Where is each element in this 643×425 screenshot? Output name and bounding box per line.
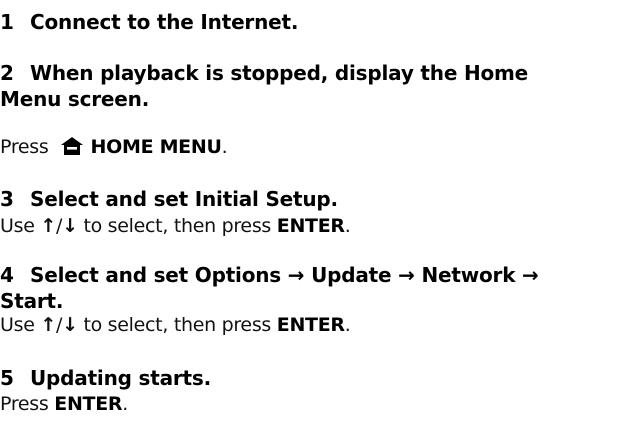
step-3-body-prefix: Use: [0, 215, 35, 237]
arrow-down-icon: ↓: [62, 215, 78, 237]
home-icon: [60, 137, 83, 155]
step-4-title-line2: Start.: [0, 289, 64, 313]
step-2-body: Press HOME MENU.: [0, 135, 228, 159]
step-4-heading-line2: Start.: [0, 288, 63, 314]
step-5-body: Press ENTER.: [0, 392, 128, 416]
step-5-title: Updating starts.: [30, 366, 211, 390]
step-2-title-line2: Menu screen.: [0, 87, 150, 111]
step-4-body-middle: to select, then press: [83, 314, 272, 336]
step-1-title: Connect to the Internet.: [30, 10, 299, 34]
step-1-number: 1: [0, 10, 14, 34]
step-2-body-prefix: Press: [0, 136, 49, 158]
step-2-heading-line2: Menu screen.: [0, 86, 149, 112]
step-1-heading: 1 Connect to the Internet.: [0, 9, 298, 35]
enter-button-label: ENTER: [276, 314, 345, 336]
step-3-body-middle: to select, then press: [83, 215, 272, 237]
step-5-heading: 5 Updating starts.: [0, 365, 211, 391]
step-3-number: 3: [0, 187, 14, 211]
step-3-body: Use ↑/↓ to select, then press ENTER.: [0, 214, 351, 238]
step-2-number: 2: [0, 61, 14, 85]
step-4-body-prefix: Use: [0, 314, 35, 336]
enter-button-label: ENTER: [276, 215, 345, 237]
step-3-heading: 3 Select and set Initial Setup.: [0, 186, 338, 212]
step-3-body-suffix: .: [344, 215, 351, 237]
step-4-title-line1: Select and set Options → Update → Networ…: [30, 263, 539, 287]
home-menu-button-label: HOME MENU: [90, 136, 222, 158]
step-4-body: Use ↑/↓ to select, then press ENTER.: [0, 313, 351, 337]
step-2-heading-line1: 2 When playback is stopped, display the H…: [0, 60, 528, 86]
step-2-title-line1: When playback is stopped, display the Ho…: [30, 61, 529, 85]
step-5-body-prefix: Press: [0, 393, 49, 415]
step-2-body-suffix: .: [221, 136, 228, 158]
step-4-number: 4: [0, 263, 14, 287]
step-3-title: Select and set Initial Setup.: [30, 187, 338, 211]
instruction-document: 1 Connect to the Internet. 2 When playback…: [0, 0, 643, 425]
enter-button-label: ENTER: [54, 393, 123, 415]
step-4-heading-line1: 4 Select and set Options → Update → Netwo…: [0, 262, 539, 288]
step-5-number: 5: [0, 366, 14, 390]
arrow-up-icon: ↑: [40, 215, 56, 237]
step-4-body-suffix: .: [344, 314, 351, 336]
arrow-up-icon: ↑: [40, 314, 56, 336]
step-5-body-suffix: .: [122, 393, 128, 415]
arrow-down-icon: ↓: [62, 314, 78, 336]
